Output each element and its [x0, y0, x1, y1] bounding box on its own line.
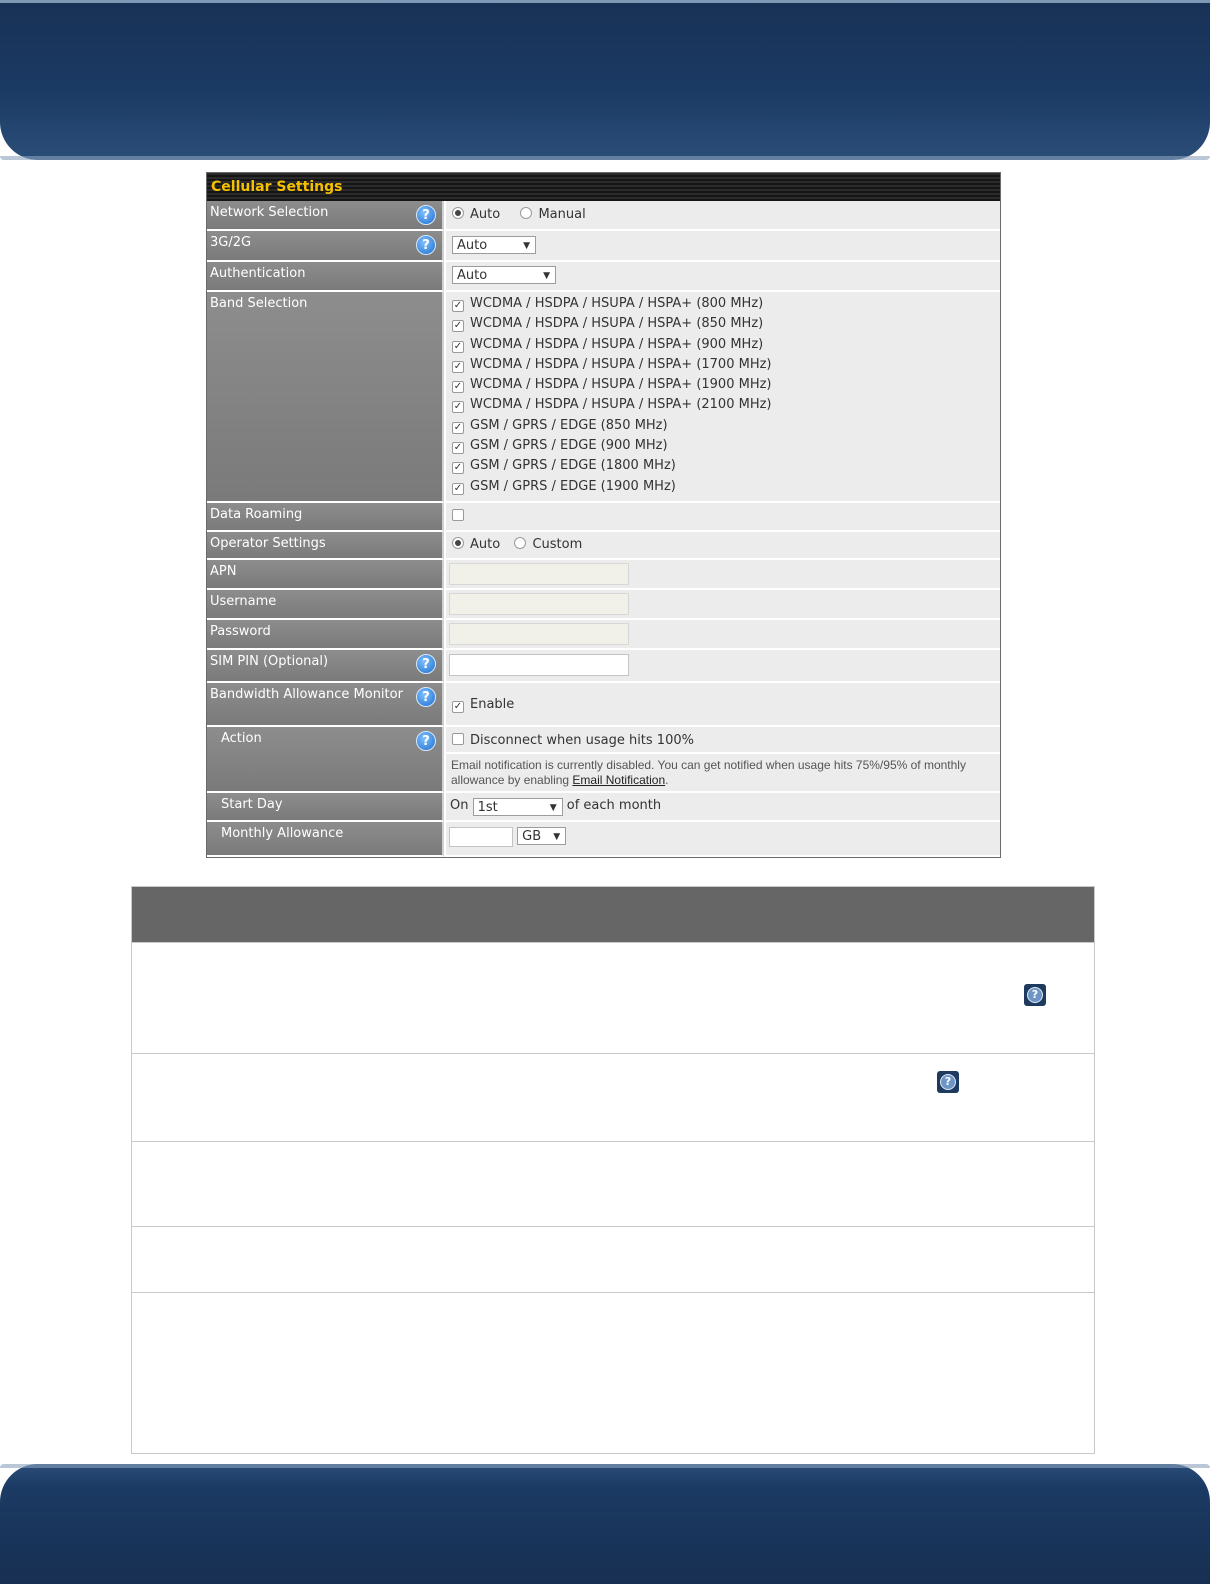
band-item[interactable]: ✓ GSM / GPRS / EDGE (1800 MHz) [452, 456, 1000, 476]
network-auto-radio[interactable] [452, 207, 464, 219]
operator-custom-label: Custom [532, 537, 583, 552]
band-item[interactable]: ✓ GSM / GPRS / EDGE (900 MHz) [452, 436, 1000, 456]
chevron-down-icon: ▼ [523, 241, 530, 251]
disconnect-label: Disconnect when usage hits 100% [470, 733, 694, 748]
sim-pin-input[interactable] [449, 654, 629, 676]
band-item[interactable]: ✓ WCDMA / HSDPA / HSUPA / HSPA+ (1700 MHz… [452, 355, 1000, 375]
help-icon [937, 1071, 959, 1093]
checkbox-checked[interactable]: ✓ [452, 360, 464, 373]
help-icon[interactable]: ? [416, 205, 436, 225]
3g2g-label: 3G/2G [210, 235, 252, 250]
table-row [132, 1226, 1094, 1292]
band-item[interactable]: ✓ WCDMA / HSDPA / HSUPA / HSPA+ (1900 MHz… [452, 375, 1000, 395]
row-bandwidth-monitor: Bandwidth Allowance Monitor ? ✓ Enable [207, 683, 1000, 727]
help-icon[interactable]: ? [416, 687, 436, 707]
checkbox-checked[interactable]: ✓ [452, 320, 464, 333]
password-input[interactable] [449, 623, 629, 645]
row-password: Password [207, 620, 1000, 650]
table-row [132, 1053, 1094, 1141]
table-row [132, 1141, 1094, 1226]
bandwidth-enable-checkbox[interactable]: ✓ [452, 701, 464, 713]
email-notification-note: Email notification is currently disabled… [451, 758, 966, 787]
action-label: Action [221, 731, 262, 746]
chevron-down-icon: ▼ [543, 271, 550, 281]
network-manual-label: Manual [538, 207, 586, 222]
description-table-header [132, 887, 1094, 942]
band-item[interactable]: ✓ GSM / GPRS / EDGE (850 MHz) [452, 416, 1000, 436]
row-operator-settings: Operator Settings Auto Custom [207, 532, 1000, 560]
row-monthly-allowance: Monthly Allowance GB ▼ [207, 822, 1000, 857]
row-data-roaming: Data Roaming [207, 503, 1000, 532]
row-start-day: Start Day On 1st ▼ of each month [207, 793, 1000, 822]
operator-auto-radio[interactable] [452, 537, 464, 549]
checkbox-checked[interactable]: ✓ [452, 442, 464, 455]
page-footer-band [0, 1464, 1210, 1584]
allowance-unit-select[interactable]: GB ▼ [517, 827, 567, 845]
monthly-allowance-label: Monthly Allowance [221, 826, 344, 841]
help-icon[interactable]: ? [416, 235, 436, 255]
band-item[interactable]: ✓ WCDMA / HSDPA / HSUPA / HSPA+ (800 MHz) [452, 294, 1000, 314]
checkbox-checked[interactable]: ✓ [452, 381, 464, 394]
chevron-down-icon: ▼ [553, 832, 561, 842]
checkbox-checked[interactable]: ✓ [452, 401, 464, 414]
cellular-settings-panel: Cellular Settings Network Selection ? Au… [206, 172, 1001, 858]
band-item[interactable]: ✓ WCDMA / HSDPA / HSUPA / HSPA+ (2100 MHz… [452, 395, 1000, 415]
3g2g-select[interactable]: Auto ▼ [452, 236, 536, 254]
band-selection-label: Band Selection [210, 296, 308, 311]
band-item[interactable]: ✓ GSM / GPRS / EDGE (1900 MHz) [452, 477, 1000, 497]
disconnect-checkbox[interactable] [452, 733, 464, 745]
network-manual-radio[interactable] [520, 207, 533, 219]
help-icon[interactable]: ? [416, 654, 436, 674]
authentication-select[interactable]: Auto ▼ [452, 266, 556, 284]
checkbox-checked[interactable]: ✓ [452, 421, 464, 434]
chevron-down-icon: ▼ [549, 803, 557, 813]
panel-title: Cellular Settings [207, 173, 1000, 201]
apn-label: APN [210, 564, 237, 579]
band-item[interactable]: ✓ WCDMA / HSDPA / HSUPA / HSPA+ (900 MHz) [452, 335, 1000, 355]
row-sim-pin: SIM PIN (Optional) ? [207, 650, 1000, 683]
description-table [131, 886, 1095, 1454]
operator-custom-radio[interactable] [514, 537, 527, 549]
bandwidth-monitor-label: Bandwidth Allowance Monitor [210, 687, 403, 702]
help-icon[interactable]: ? [416, 731, 436, 751]
row-network-selection: Network Selection ? Auto Manual [207, 201, 1000, 231]
operator-settings-label: Operator Settings [210, 536, 326, 551]
start-day-suffix: of each month [566, 798, 662, 813]
email-notification-link[interactable]: Email Notification [572, 773, 665, 787]
operator-auto-label: Auto [470, 537, 501, 552]
checkbox-checked[interactable]: ✓ [452, 300, 464, 312]
row-authentication: Authentication Auto ▼ [207, 262, 1000, 292]
checkbox-checked[interactable]: ✓ [452, 340, 464, 353]
row-apn: APN [207, 560, 1000, 590]
row-3g2g: 3G/2G ? Auto ▼ [207, 231, 1000, 262]
row-band-selection: Band Selection ✓ WCDMA / HSDPA / HSUPA / … [207, 292, 1000, 503]
table-row [132, 942, 1094, 1053]
bandwidth-enable-label: Enable [470, 697, 515, 712]
authentication-label: Authentication [210, 266, 306, 281]
password-label: Password [210, 624, 271, 639]
network-auto-label: Auto [470, 207, 501, 222]
start-day-select[interactable]: 1st ▼ [472, 798, 563, 816]
row-action: Action ? Disconnect when usage hits 100%… [207, 727, 1000, 793]
apn-input[interactable] [449, 563, 629, 585]
help-icon [1024, 984, 1046, 1006]
checkbox-checked[interactable]: ✓ [452, 482, 464, 495]
table-row [132, 1292, 1094, 1453]
row-username: Username [207, 590, 1000, 620]
monthly-allowance-input[interactable] [449, 827, 513, 847]
page-header-band [0, 0, 1210, 160]
data-roaming-checkbox[interactable] [452, 509, 464, 521]
network-selection-label: Network Selection [210, 205, 329, 220]
data-roaming-label: Data Roaming [210, 507, 303, 522]
username-input[interactable] [449, 593, 629, 615]
username-label: Username [210, 594, 277, 609]
checkbox-checked[interactable]: ✓ [452, 462, 464, 475]
band-item[interactable]: ✓ WCDMA / HSDPA / HSUPA / HSPA+ (850 MHz) [452, 314, 1000, 334]
start-day-prefix: On [450, 798, 469, 813]
sim-pin-label: SIM PIN (Optional) [210, 654, 329, 669]
start-day-label: Start Day [221, 797, 283, 812]
